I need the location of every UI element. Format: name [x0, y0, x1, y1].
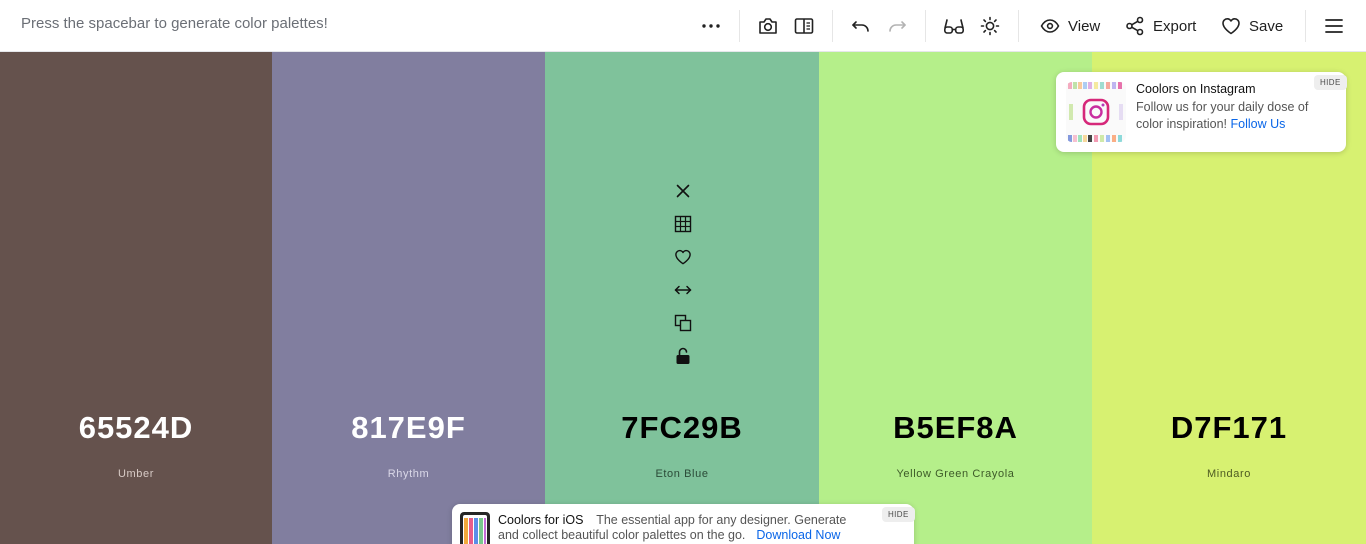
color-column-umber[interactable]: 65524D Umber — [0, 52, 272, 544]
hex-code[interactable]: 65524D — [0, 410, 272, 446]
hide-instagram-popup-button[interactable]: HIDE — [1314, 75, 1347, 90]
favorite-heart-icon[interactable] — [672, 246, 694, 268]
download-now-link[interactable]: Download Now — [756, 528, 840, 542]
color-name: Eton Blue — [655, 468, 709, 480]
instagram-popup-body: Follow us for your daily dose of color i… — [1136, 99, 1336, 133]
save-button[interactable]: Save — [1221, 13, 1283, 39]
eye-icon — [1040, 19, 1060, 33]
drag-arrows-icon[interactable] — [672, 279, 694, 301]
view-button[interactable]: View — [1040, 13, 1100, 39]
camera-icon[interactable] — [755, 13, 781, 39]
sun-icon[interactable] — [977, 13, 1003, 39]
ios-popup-text-line1: The essential app for any designer. Gene… — [596, 513, 847, 527]
view-label: View — [1068, 17, 1101, 35]
spacebar-hint: Press the spacebar to generate color pal… — [21, 15, 328, 32]
hide-ios-popup-button[interactable]: HIDE — [882, 507, 915, 522]
ios-popup-text-line2: and collect beautiful color palettes on … — [498, 528, 746, 542]
ios-popup-body: Coolors for iOS The essential app for an… — [498, 513, 878, 543]
glasses-icon[interactable] — [941, 13, 967, 39]
split-view-icon[interactable] — [791, 13, 817, 39]
instagram-thumbnail — [1066, 82, 1126, 142]
ios-app-thumbnail — [460, 512, 490, 544]
follow-us-link[interactable]: Follow Us — [1231, 117, 1286, 131]
copy-icon[interactable] — [672, 312, 694, 334]
hex-code[interactable]: B5EF8A — [819, 410, 1092, 446]
export-button[interactable]: Export — [1125, 13, 1196, 39]
more-options-icon[interactable] — [698, 13, 724, 39]
instagram-popup: HIDE Coolors on Instagram Follow us for … — [1056, 72, 1347, 152]
color-column-yellow-green-crayola[interactable]: B5EF8A Yellow Green Crayola — [819, 52, 1092, 544]
top-toolbar: Press the spacebar to generate color pal… — [0, 0, 1366, 52]
color-name: Umber — [117, 468, 154, 480]
ios-popup: HIDE Coolors for iOS The essential app f… — [452, 504, 915, 544]
color-name: Yellow Green Crayola — [896, 468, 1015, 480]
unlocked-icon[interactable] — [672, 345, 694, 367]
hex-code[interactable]: 817E9F — [272, 410, 545, 446]
redo-icon[interactable] — [884, 13, 910, 39]
color-name: Mindaro — [1207, 468, 1251, 480]
toolbar-divider — [925, 10, 926, 42]
hex-code[interactable]: D7F171 — [1092, 410, 1366, 446]
ios-popup-title: Coolors for iOS — [498, 513, 584, 527]
color-column-rhythm[interactable]: 817E9F Rhythm — [272, 52, 545, 544]
export-label: Export — [1153, 17, 1197, 35]
shades-grid-icon[interactable] — [672, 213, 694, 235]
save-label: Save — [1249, 17, 1284, 35]
color-name: Rhythm — [387, 468, 430, 480]
color-column-eton-blue[interactable]: 7FC29B Eton Blue — [545, 52, 819, 544]
column-tools — [672, 180, 694, 367]
close-icon[interactable] — [672, 180, 694, 202]
toolbar-divider — [1018, 10, 1019, 42]
toolbar-divider — [739, 10, 740, 42]
toolbar-divider — [1305, 10, 1306, 42]
hamburger-menu-icon[interactable] — [1321, 13, 1347, 39]
undo-icon[interactable] — [848, 13, 874, 39]
share-icon — [1125, 16, 1145, 36]
toolbar-divider — [832, 10, 833, 42]
instagram-popup-title: Coolors on Instagram — [1136, 82, 1256, 96]
heart-icon — [1221, 17, 1241, 35]
hex-code[interactable]: 7FC29B — [545, 410, 819, 446]
